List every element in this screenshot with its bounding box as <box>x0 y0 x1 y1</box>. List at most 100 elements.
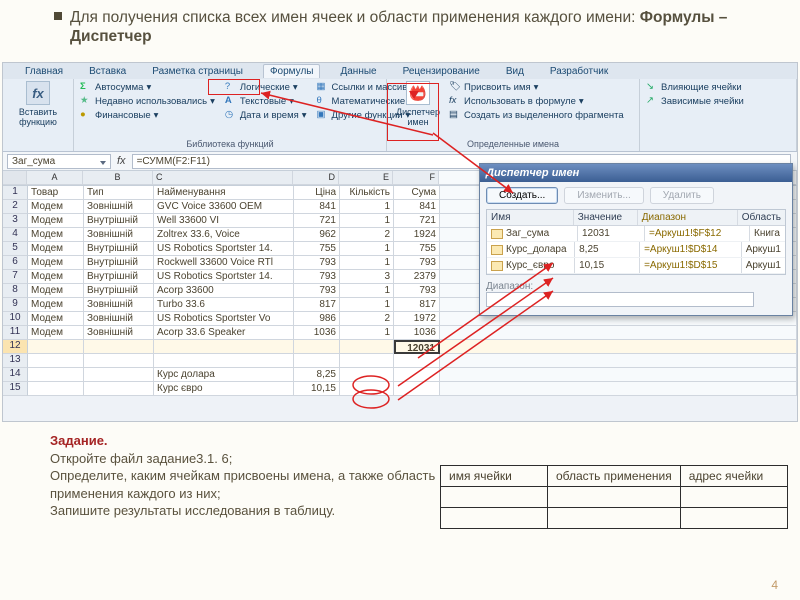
cell-empty[interactable] <box>440 382 797 396</box>
cell[interactable]: Тип <box>84 186 154 200</box>
cell[interactable]: 1 <box>340 214 394 228</box>
cell[interactable] <box>394 354 440 368</box>
row-header[interactable]: 6 <box>3 256 28 270</box>
cell[interactable]: 1036 <box>294 326 340 340</box>
create-from-selection-button[interactable]: ▤Создать из выделенного фрагмента <box>449 109 624 121</box>
create-button[interactable]: Создать... <box>486 187 558 204</box>
cell[interactable]: 1972 <box>394 312 440 326</box>
col-header[interactable]: B <box>83 171 153 185</box>
cell[interactable]: Turbo 33.6 <box>154 298 294 312</box>
ribbon-tab[interactable]: Главная <box>19 65 69 78</box>
row-header[interactable]: 9 <box>3 298 28 312</box>
col-header[interactable]: D <box>293 171 339 185</box>
cell[interactable] <box>28 382 84 396</box>
cell[interactable]: Модем <box>28 312 84 326</box>
cell[interactable]: 1036 <box>394 326 440 340</box>
trace-precedents-button[interactable]: ↘Влияющие ячейки <box>646 81 790 93</box>
cell[interactable]: 793 <box>394 256 440 270</box>
cell[interactable]: 721 <box>394 214 440 228</box>
row-header[interactable]: 8 <box>3 284 28 298</box>
cell[interactable]: Модем <box>28 242 84 256</box>
cell[interactable]: Зовнішній <box>84 326 154 340</box>
cell[interactable]: US Robotics Sportster Vo <box>154 312 294 326</box>
cell[interactable]: Модем <box>28 228 84 242</box>
cell[interactable]: 1 <box>340 200 394 214</box>
name-list-row[interactable]: Заг_сума12031=Аркуш1!$F$12Книга <box>487 226 785 242</box>
name-list-row[interactable]: Курс_долара8,25=Аркуш1!$D$14Аркуш1 <box>487 242 785 258</box>
cell-empty[interactable] <box>440 326 797 340</box>
cell[interactable]: Acorp 33.6 Speaker <box>154 326 294 340</box>
select-all-corner[interactable] <box>3 171 27 185</box>
cell[interactable] <box>84 340 154 354</box>
cell[interactable] <box>394 368 440 382</box>
name-list-row[interactable]: Курс_євро10,15=Аркуш1!$D$15Аркуш1 <box>487 258 785 274</box>
cell[interactable] <box>340 368 394 382</box>
cell[interactable]: Модем <box>28 326 84 340</box>
cell[interactable]: Модем <box>28 270 84 284</box>
row-header[interactable]: 15 <box>3 382 28 396</box>
name-list[interactable]: ИмяЗначениеДиапазонОбласть Заг_сума12031… <box>486 209 786 275</box>
cell-empty[interactable] <box>440 354 797 368</box>
cell[interactable]: US Robotics Sportster 14. <box>154 242 294 256</box>
cell[interactable]: 721 <box>294 214 340 228</box>
row-header[interactable]: 5 <box>3 242 28 256</box>
cell[interactable]: 12031 <box>394 340 440 354</box>
cell[interactable]: 1 <box>340 242 394 256</box>
col-header[interactable]: C <box>153 171 293 185</box>
cell[interactable]: 1924 <box>394 228 440 242</box>
cell[interactable]: Зовнішній <box>84 228 154 242</box>
row-header[interactable]: 1 <box>3 186 28 200</box>
ribbon-tab[interactable]: Разработчик <box>544 65 614 78</box>
cell[interactable]: 755 <box>294 242 340 256</box>
cell[interactable]: Ціна <box>294 186 340 200</box>
cell[interactable] <box>154 354 294 368</box>
recent-button[interactable]: ★Недавно использовались ▾ <box>80 95 215 107</box>
cell[interactable] <box>28 340 84 354</box>
cell[interactable]: 986 <box>294 312 340 326</box>
cell-empty[interactable] <box>440 368 797 382</box>
cell[interactable]: Модем <box>28 256 84 270</box>
cell[interactable] <box>28 368 84 382</box>
cell[interactable]: Acorp 33600 <box>154 284 294 298</box>
cell[interactable]: 793 <box>294 270 340 284</box>
row-header[interactable]: 4 <box>3 228 28 242</box>
ribbon-tab[interactable]: Формулы <box>263 64 321 78</box>
cell[interactable]: 841 <box>294 200 340 214</box>
cell[interactable] <box>294 340 340 354</box>
cell[interactable]: Зовнішній <box>84 200 154 214</box>
cell[interactable]: 793 <box>294 284 340 298</box>
cell[interactable]: 962 <box>294 228 340 242</box>
cell[interactable] <box>154 340 294 354</box>
cell[interactable]: Курс євро <box>154 382 294 396</box>
cell[interactable]: 8,25 <box>294 368 340 382</box>
autosum-button[interactable]: ΣАвтосумма ▾ <box>80 81 215 93</box>
cell[interactable]: 1 <box>340 284 394 298</box>
cell[interactable]: Внутрішній <box>84 242 154 256</box>
cell[interactable] <box>84 382 154 396</box>
cell[interactable]: 3 <box>340 270 394 284</box>
cell[interactable]: Rockwell 33600 Voice RTl <box>154 256 294 270</box>
cell[interactable]: Кількість <box>340 186 394 200</box>
cell[interactable] <box>394 382 440 396</box>
cell[interactable] <box>28 354 84 368</box>
cell[interactable]: 793 <box>394 284 440 298</box>
cell[interactable]: Сума <box>394 186 440 200</box>
cell-empty[interactable] <box>440 340 797 354</box>
cell[interactable]: US Robotics Sportster 14. <box>154 270 294 284</box>
cell[interactable] <box>84 354 154 368</box>
insert-function-button[interactable]: fx Вставить функцию <box>13 81 63 127</box>
text-button[interactable]: AТекстовые ▾ <box>225 95 307 107</box>
cell[interactable]: Модем <box>28 214 84 228</box>
name-box[interactable]: Заг_сума <box>7 154 111 169</box>
cell[interactable]: 1 <box>340 298 394 312</box>
define-name-button[interactable]: 🏷Присвоить имя ▾ <box>449 81 624 93</box>
ribbon-tab[interactable]: Вид <box>500 65 530 78</box>
cell[interactable]: Внутрішній <box>84 270 154 284</box>
cell[interactable]: 841 <box>394 200 440 214</box>
cell[interactable]: Найменування <box>154 186 294 200</box>
col-header[interactable]: A <box>27 171 83 185</box>
cell[interactable] <box>294 354 340 368</box>
cell[interactable]: 817 <box>294 298 340 312</box>
cell[interactable]: Well 33600 VI <box>154 214 294 228</box>
cell[interactable]: 10,15 <box>294 382 340 396</box>
